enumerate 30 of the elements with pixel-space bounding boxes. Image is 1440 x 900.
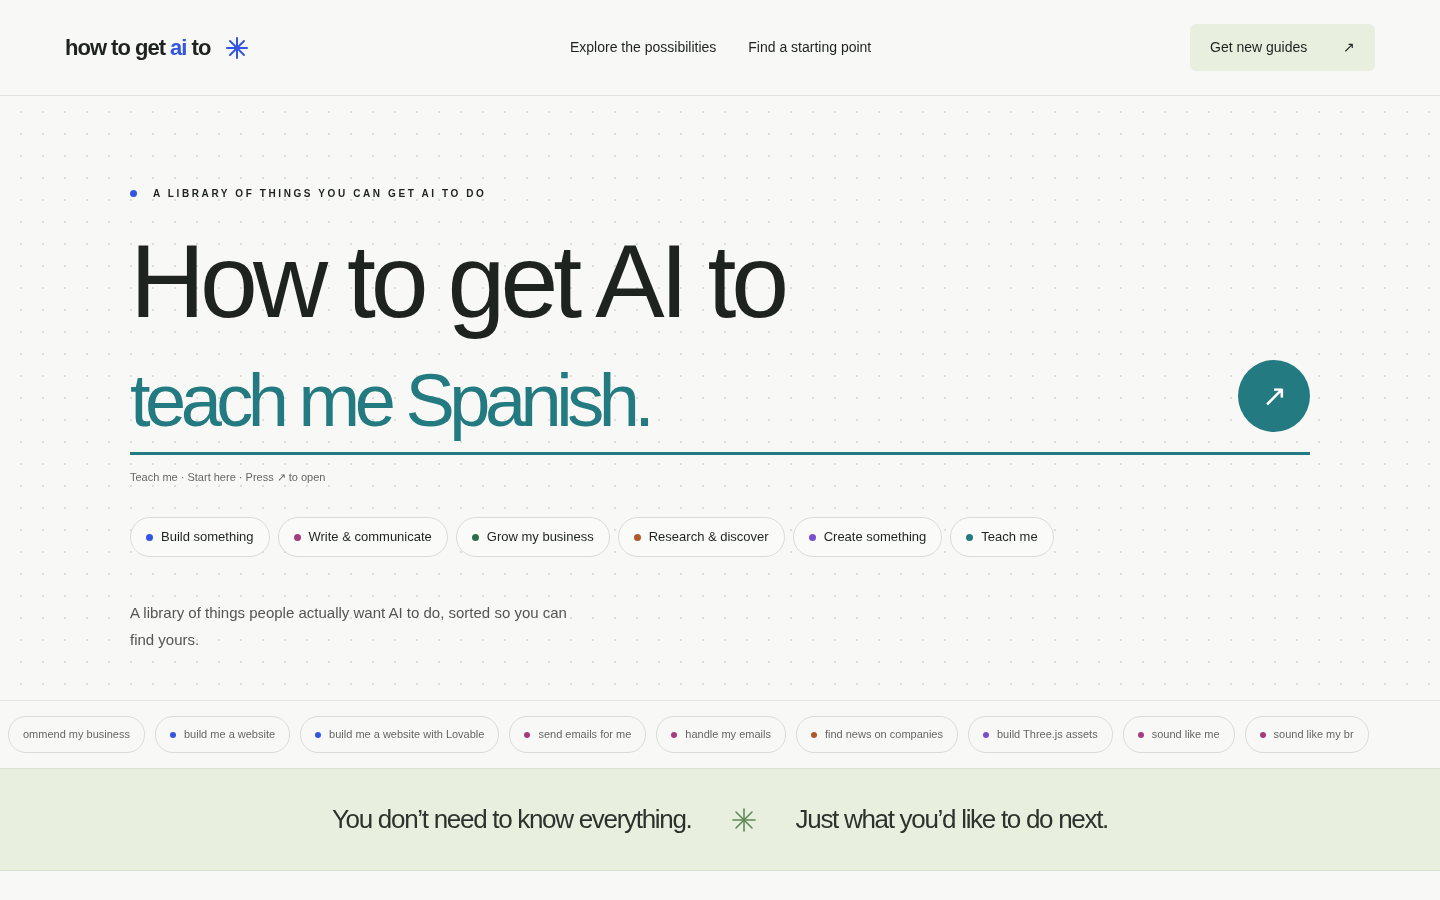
category-chip[interactable]: Research & discover [617, 517, 785, 557]
prompt-field[interactable]: teach me Spanish. ↗ [130, 359, 1310, 455]
category-chip[interactable]: Teach me [950, 517, 1054, 557]
category-chip[interactable]: Build something [130, 517, 270, 557]
suggestion-chip[interactable]: sound like me [1122, 716, 1235, 753]
asterisk-icon [226, 36, 249, 59]
open-button[interactable]: ↗ [1238, 359, 1310, 432]
category-chip[interactable]: Create something [792, 517, 943, 557]
nav-link[interactable]: Explore the possibilities [570, 37, 717, 58]
asterisk-icon [731, 807, 756, 832]
eyebrow-text: A LIBRARY OF THINGS YOU CAN GET AI TO DO [153, 187, 487, 201]
hint-text: Teach me · Start here · Press ↗ to open [130, 469, 327, 485]
tagline-text: Just what you’d like to do next. [795, 803, 1109, 836]
hero-title: How to get AI to [130, 222, 786, 341]
logo-text[interactable]: how to get ai to [65, 31, 211, 64]
suggestion-chip[interactable]: find news on companies [795, 716, 958, 753]
suggestion-chip[interactable]: ommend my business [8, 716, 145, 753]
category-chip[interactable]: Grow my business [455, 517, 610, 557]
description-text: A library of things people actually want AI to do, sorted so you can find yours. [130, 602, 568, 650]
suggestion-chip[interactable]: build me a website with Lovable [300, 716, 500, 753]
suggestion-chip[interactable]: send emails for me [509, 716, 647, 753]
nav-link[interactable]: Find a starting point [748, 37, 872, 58]
get-guides-button[interactable]: Get new guides ↗ [1190, 24, 1375, 71]
suggestion-chip[interactable]: sound like my br [1244, 716, 1369, 753]
bullet-icon [130, 190, 137, 197]
tagline-text: You don’t need to know everything. [331, 803, 692, 836]
suggestion-chip[interactable]: build Three.js assets [967, 716, 1113, 753]
suggestion-chip[interactable]: build me a website [155, 716, 291, 753]
category-chip[interactable]: Write & communicate [277, 517, 448, 557]
suggestion-chip[interactable]: handle my emails [656, 716, 786, 753]
